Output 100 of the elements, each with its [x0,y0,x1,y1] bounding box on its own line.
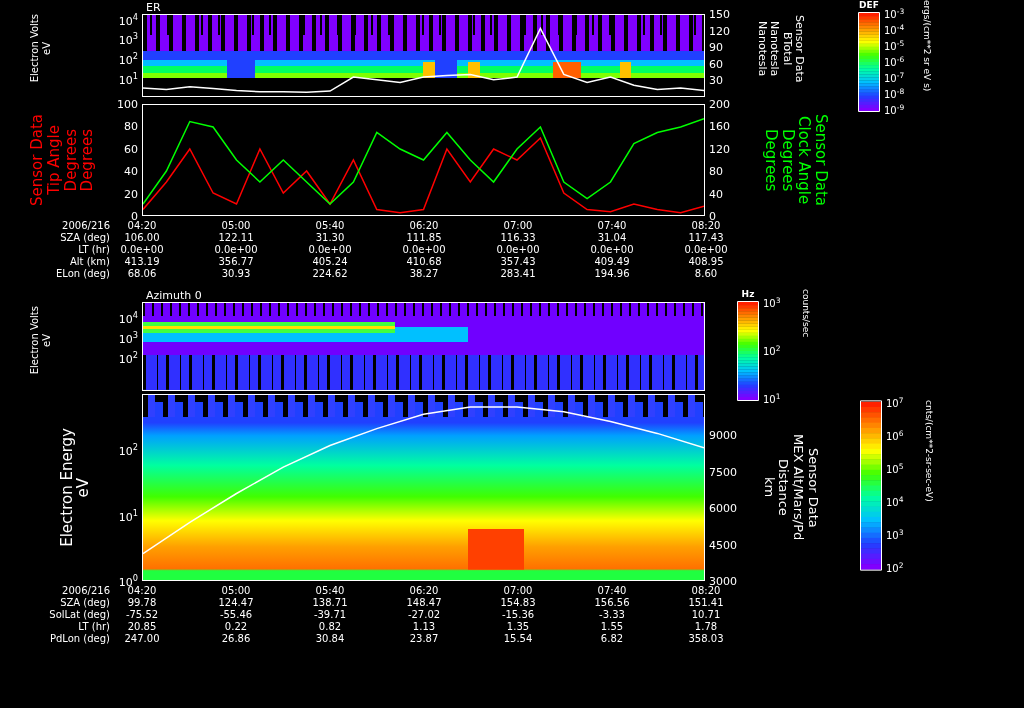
axis-label: Sensor Data [805,447,820,528]
axis-label: Degrees [762,128,778,192]
time-label: 07:00 [502,219,534,231]
axis-tick-label: 160 [709,120,730,132]
table-cell-text: 68.06 [126,267,158,279]
table-cell-text: 194.96 [593,267,631,279]
color-scale-units: cnts/(cm**2-sr-sec-eV) [924,400,934,504]
axis-tick-label: 80 [709,165,723,177]
table-cell-text: -39.71 [312,608,348,620]
row-label: Alt (km) [68,255,110,267]
table-cell-text: 117.43 [687,231,725,243]
axis-label: Clock Angle [795,115,812,205]
axis-tick-label: 120 [709,25,730,37]
color-scale-label: 10$^{-4}$ [884,23,905,36]
color-scale-label: 10$^{7}$ [886,397,904,410]
table-cell-text: 0.0e+00 [683,243,729,255]
axis-tick-label: 100 [117,98,138,110]
axis-tick-label: 10$^{2}$ [118,443,138,457]
table-cell-text: 122.11 [217,231,255,243]
axis-label: Distance [776,459,791,516]
axis-tick-label: 60 [124,143,138,155]
time-label: 08:20 [690,584,721,596]
axis-label: eV [76,477,92,498]
axis-label: Tip Angle [46,125,63,195]
axis-tick-label: 80 [124,120,138,132]
row-label: SolLat (deg) [48,608,110,620]
color-scale-units: ergs/(cm**2 sr eV s) [922,0,932,94]
time-label: 07:40 [596,219,628,231]
axis-label: Degrees [80,128,96,192]
axis-label: Electron Energy [59,428,76,547]
table-cell-text: 138.71 [311,596,349,608]
axis-label: MEX Alt/Mars/Pd [791,434,805,541]
table-cell-text: 0.0e+00 [401,243,447,255]
color-scale-label: 10$^{2}$ [886,561,904,574]
table-cell-text: 413.19 [123,255,161,267]
axis-tick-label: 9000 [709,429,737,441]
axis-tick-label: 10$^{3}$ [118,331,138,345]
time-label: 06:20 [408,219,440,231]
axis-label: eV [41,333,52,347]
table-cell-text: 23.87 [408,632,440,644]
table-cell-text: 26.86 [220,632,252,644]
time-label: 07:40 [596,584,628,596]
color-scale-label: 10$^{-3}$ [884,7,905,20]
axis-tick-label: 30 [709,74,723,86]
table-cell-text: 0.0e+00 [307,243,353,255]
table-cell-text: 1.78 [693,620,719,632]
table-cell-text: 30.93 [220,267,252,279]
axis-label: Electron Volts [30,305,41,375]
axis-label: Sensor Data [30,114,46,206]
table-cell-text: 0.0e+00 [495,243,541,255]
table-cell-text: 405.24 [311,255,349,267]
table-cell-text: -15.36 [500,608,536,620]
table-cell-text: 0.0e+00 [119,243,165,255]
color-scale-label: 10$^{2}$ [763,344,781,357]
table-cell-text: 357.43 [499,255,537,267]
axis-tick-label: 20 [124,188,138,200]
axis-tick-label: 10$^{1}$ [118,71,138,86]
table-cell-text: 0.22 [223,620,249,632]
color-scale-title: Hz [740,289,756,301]
color-scale-units: counts/sec [801,289,811,340]
axis-tick-label: 120 [709,143,730,155]
table-cell-text: 99.78 [126,596,158,608]
axis-label: Sensor Data [812,114,828,206]
table-cell-text: 408.95 [687,255,725,267]
axis-label: Nanotesla [756,20,768,77]
row-label: LT (hr) [77,620,110,632]
table-cell-text: 358.03 [687,632,725,644]
color-scale-title: DEF [858,0,880,12]
axis-label: Sensor Data [793,14,806,83]
color-scale-label: 10$^{-6}$ [884,55,905,68]
table-cell-text: 1.35 [505,620,531,632]
axis-label: Nanotesla [768,20,781,77]
table-cell-text: 283.41 [499,267,537,279]
row-label: SZA (deg) [59,596,110,608]
table-cell-text: 409.49 [593,255,631,267]
table-cell-text: 154.83 [499,596,537,608]
axis-tick-label: 3000 [709,575,737,587]
color-scale-label: 10$^{4}$ [886,495,904,509]
axis-label: km [762,477,776,498]
axis-tick-label: 10$^{2}$ [118,52,138,66]
time-label: 08:20 [690,219,722,231]
table-cell-text: 156.56 [593,596,631,608]
table-cell-text: 410.68 [405,255,443,267]
table-cell-text: 106.00 [123,231,161,243]
axis-label: Degrees [778,128,795,192]
color-scale-label: 10$^{3}$ [763,296,781,309]
color-scale-label: 10$^{-8}$ [884,87,905,100]
time-label: 05:00 [220,219,252,231]
axis-label: Degrees [63,128,80,192]
table-cell-text: 247.00 [123,632,161,644]
table-cell-text: 10.71 [690,608,722,620]
table-cell-text: 1.55 [599,620,625,632]
color-scale-label: 10$^{1}$ [763,392,781,405]
axis-label: eV [41,42,52,55]
date-label: 2006/216 [61,219,110,231]
axis-tick-label: 4500 [709,539,737,551]
table-cell-text: 15.54 [502,632,534,644]
row-label: PdLon (deg) [48,632,110,644]
axis-tick-label: 200 [709,98,730,110]
table-cell-text: 31.04 [596,231,628,243]
